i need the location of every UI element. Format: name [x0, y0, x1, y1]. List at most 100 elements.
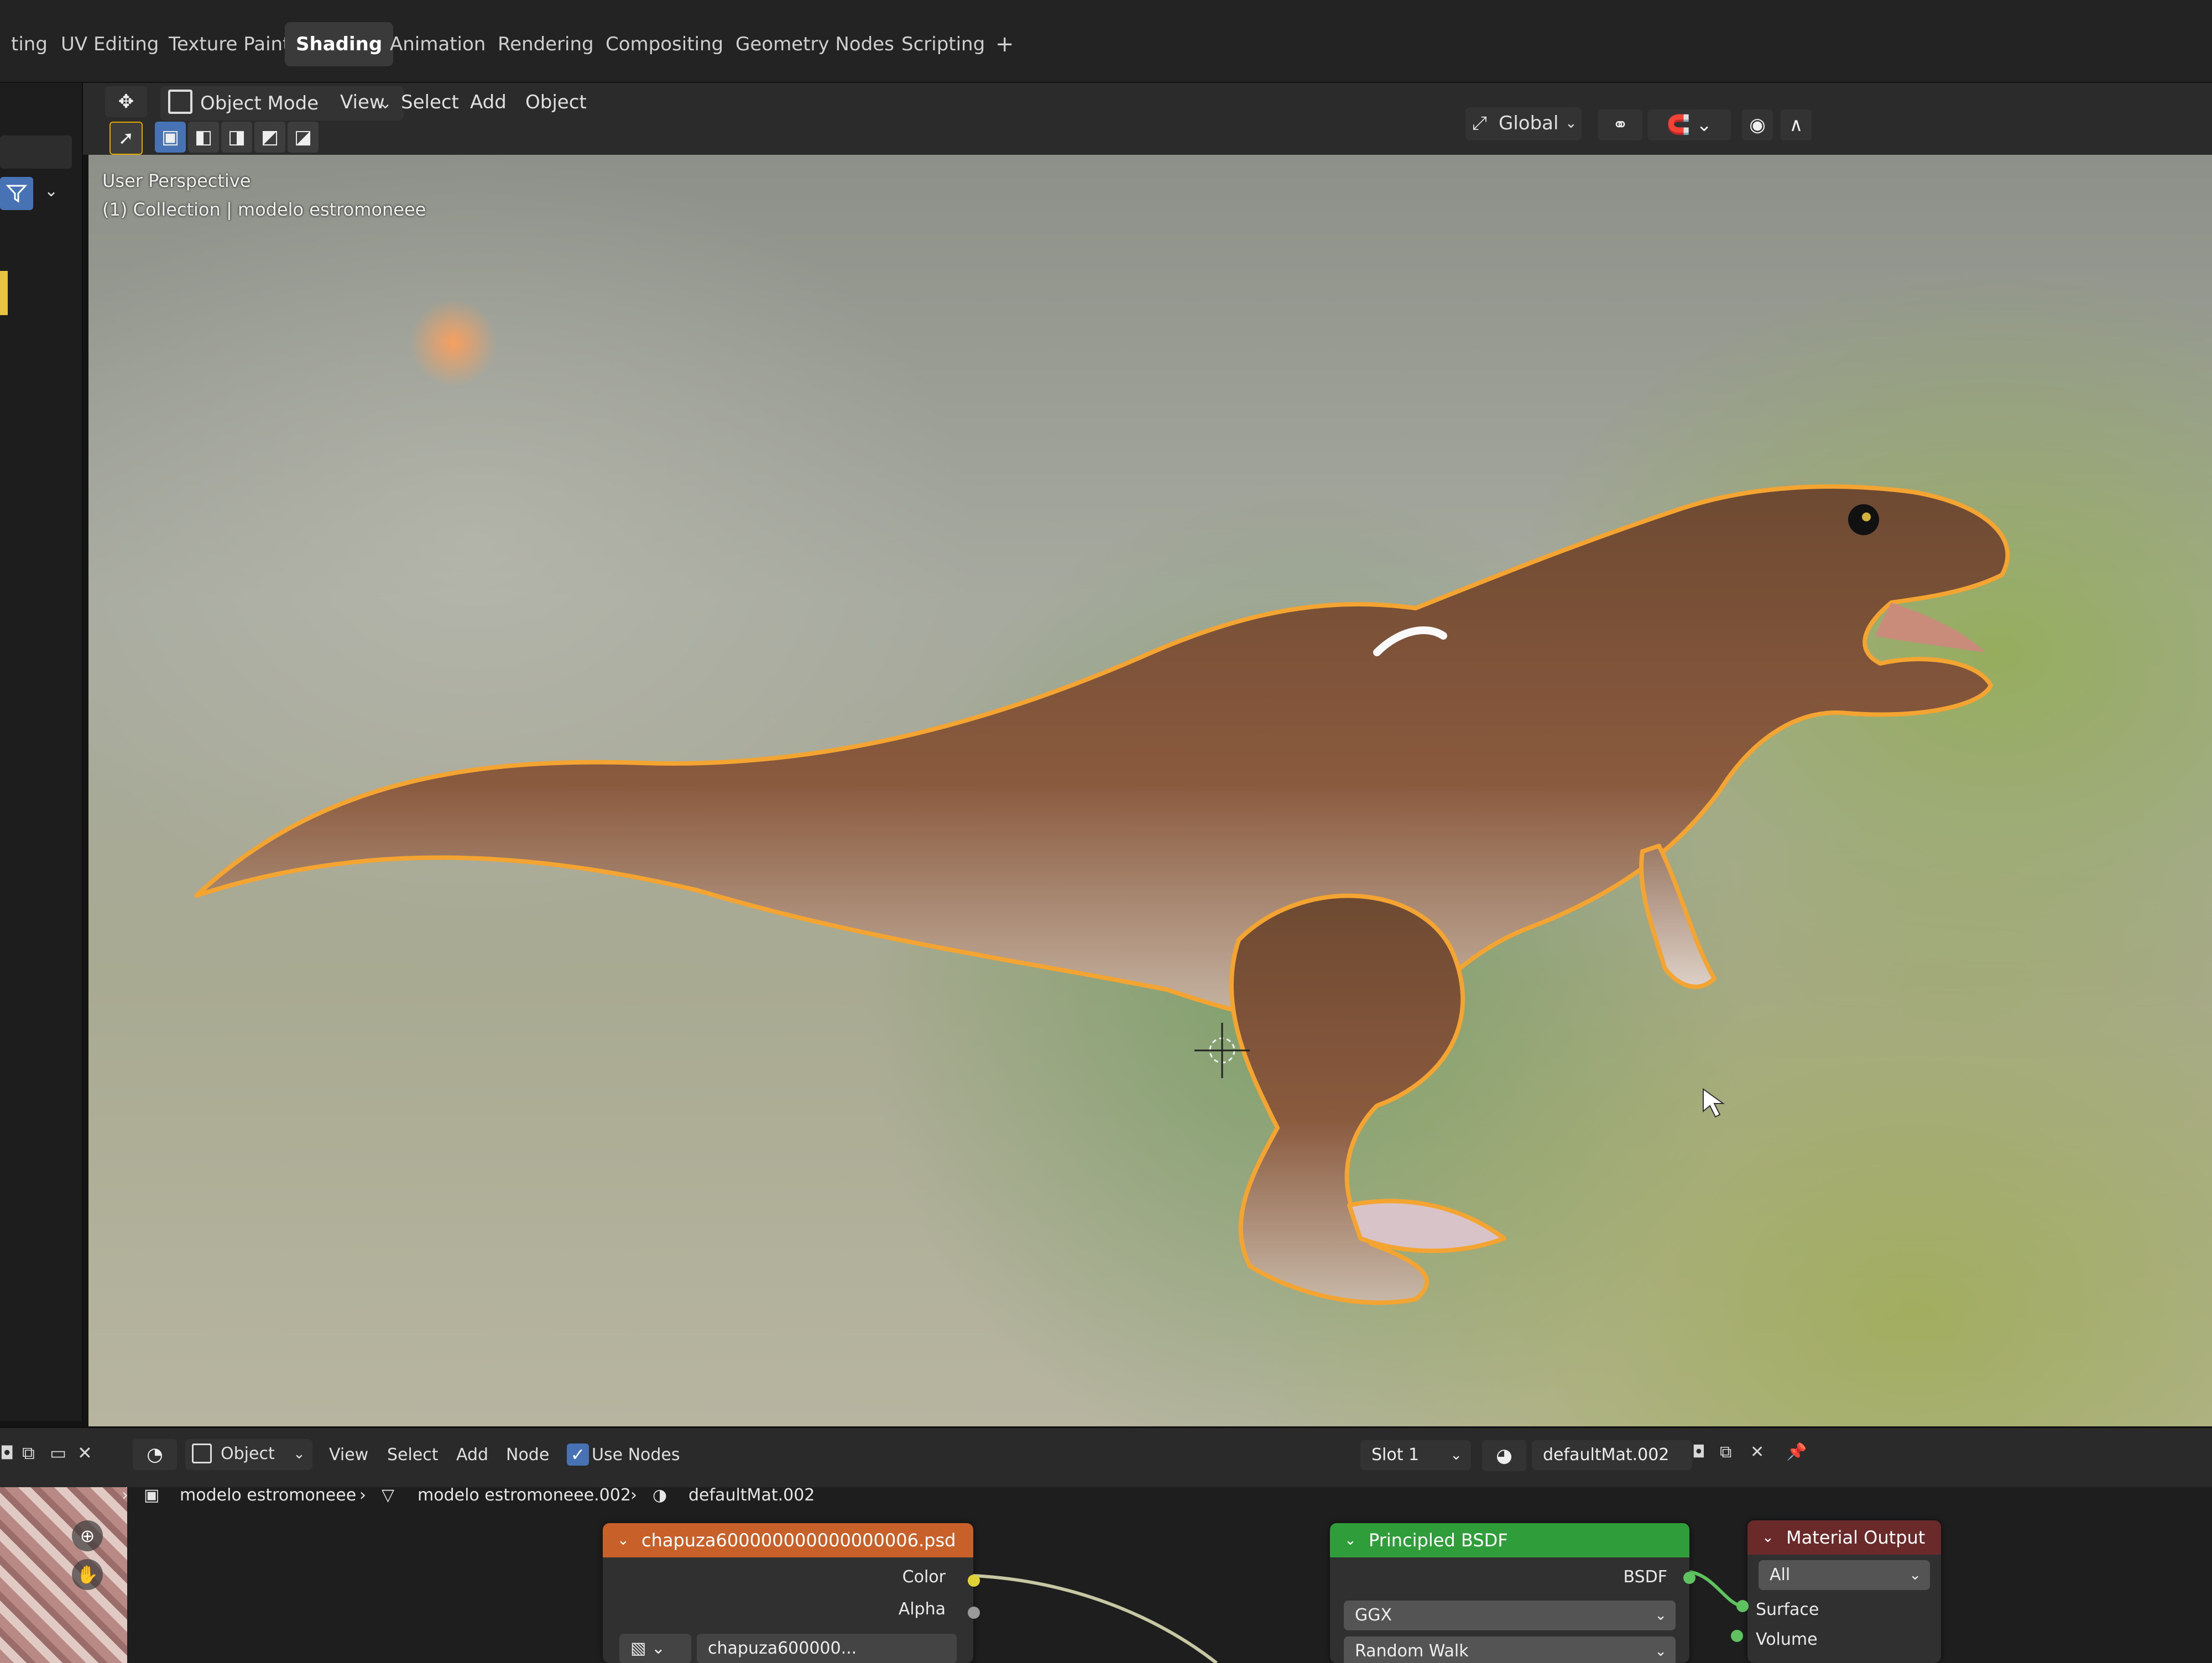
close-icon[interactable]: ✕ — [77, 1442, 92, 1463]
chevron-down-icon[interactable]: ⌄ — [44, 181, 58, 201]
tab-scripting[interactable]: Scripting — [890, 22, 996, 66]
node-menu-node[interactable]: Node — [506, 1436, 549, 1474]
material-name: defaultMat.002 — [1543, 1445, 1670, 1465]
principled-bsdf-title: Principled BSDF — [1369, 1530, 1508, 1551]
object-mode-label: Object Mode — [200, 92, 319, 114]
transform-orientation-dropdown[interactable]: ⤢ Global ⌄ — [1465, 107, 1582, 140]
volume-input-socket[interactable] — [1731, 1630, 1743, 1642]
output-target-value: All — [1770, 1565, 1791, 1584]
node-menu-view[interactable]: View — [329, 1436, 368, 1474]
duplicate-icon[interactable]: ⧉ — [1720, 1442, 1731, 1462]
trex-model[interactable] — [88, 155, 2212, 1426]
chevron-down-icon: ⌄ — [1565, 115, 1577, 132]
fake-user-shield-icon[interactable]: ◘ — [1692, 1442, 1705, 1462]
bsdf-output-socket[interactable] — [1683, 1572, 1695, 1584]
3d-viewport[interactable]: User Perspective (1) Collection | modelo… — [88, 155, 2212, 1426]
fake-user-shield-icon[interactable]: ◘ — [0, 1442, 14, 1463]
socket-label-volume: Volume — [1756, 1630, 1818, 1649]
search-field[interactable] — [0, 135, 72, 169]
node-menu-add[interactable]: Add — [456, 1436, 488, 1474]
use-nodes-checkbox[interactable]: ✓ — [567, 1444, 589, 1466]
select-invert-icon[interactable]: ◩ — [254, 122, 285, 153]
chevron-down-icon: ⌄ — [1655, 1607, 1667, 1624]
tab-rendering[interactable]: Rendering — [487, 22, 605, 66]
proportional-edit-icon[interactable]: ◉ — [1742, 109, 1773, 140]
material-output-node[interactable]: ⌄ Material Output All ⌄ Surface Volume — [1747, 1520, 1941, 1663]
collapse-chevron-icon[interactable]: ⌄ — [1762, 1520, 1774, 1555]
tab-uv-editing[interactable]: UV Editing — [50, 22, 170, 66]
image-texture-title: chapuza600000000000000006.psd — [641, 1530, 956, 1551]
surface-input-socket[interactable] — [1736, 1600, 1749, 1612]
editor-type-icon[interactable]: ✥ — [105, 86, 147, 117]
pin-icon[interactable]: 📌 — [1786, 1442, 1807, 1462]
image-name: chapuza600000... — [708, 1639, 857, 1658]
material-output-title: Material Output — [1786, 1527, 1926, 1548]
select-extend-icon[interactable]: ◧ — [188, 122, 219, 153]
workspace-tab-bar: ting UV Editing Texture Paint Shading An… — [0, 0, 2212, 83]
principled-bsdf-header[interactable]: ⌄ Principled BSDF — [1330, 1523, 1689, 1557]
viewport-header: ✥ Object Mode ⌄ View Select Add Object ➚… — [83, 83, 2212, 155]
select-tweak-icon[interactable]: ➚ — [109, 122, 143, 155]
filter-icon[interactable] — [0, 177, 33, 210]
subsurface-method-value: Random Walk — [1355, 1641, 1469, 1661]
principled-bsdf-node[interactable]: ⌄ Principled BSDF BSDF GGX ⌄ Random Walk… — [1330, 1523, 1689, 1663]
subsurface-method-dropdown[interactable]: Random Walk ⌄ — [1344, 1636, 1676, 1663]
socket-label-surface: Surface — [1756, 1600, 1819, 1619]
socket-label-alpha: Alpha — [898, 1599, 946, 1619]
falloff-curve-icon[interactable]: ∧ — [1781, 109, 1812, 140]
object-data-icon — [192, 1444, 212, 1463]
global-orientation-icon: ⤢ — [1472, 112, 1488, 134]
collapse-chevron-icon[interactable]: ⌄ — [617, 1523, 629, 1557]
material-sphere-icon[interactable]: ◕ — [1482, 1440, 1526, 1471]
image-browse-icon[interactable]: ▧ ⌄ — [619, 1634, 691, 1663]
select-subtract-icon[interactable]: ◨ — [221, 122, 252, 153]
slot-dropdown[interactable]: Slot 1 ⌄ — [1360, 1440, 1471, 1470]
tab-geometry-nodes[interactable]: Geometry Nodes — [724, 22, 905, 66]
tab-texture-paint[interactable]: Texture Paint — [158, 22, 301, 66]
socket-label-bsdf: BSDF — [1623, 1567, 1667, 1587]
image-texture-node-header[interactable]: ⌄ chapuza600000000000000006.psd — [603, 1523, 973, 1557]
chevron-down-icon: ⌄ — [1450, 1447, 1462, 1463]
image-browser-buttons: ◘ ⧉ ▭ ✕ — [0, 1442, 105, 1470]
menu-view[interactable]: View — [340, 83, 385, 122]
pivot-point-icon[interactable]: ⚭ — [1598, 109, 1642, 140]
tab-shading[interactable]: Shading — [285, 22, 394, 66]
output-target-dropdown[interactable]: All ⌄ — [1759, 1560, 1930, 1590]
close-icon[interactable]: ✕ — [1750, 1442, 1764, 1462]
tab-animation[interactable]: Animation — [379, 22, 497, 66]
node-menu-select[interactable]: Select — [387, 1436, 439, 1474]
chevron-down-icon: ⌄ — [293, 1446, 305, 1462]
image-texture-node[interactable]: ⌄ chapuza600000000000000006.psd Color Al… — [603, 1523, 973, 1663]
image-name-field[interactable]: chapuza600000... — [697, 1634, 957, 1663]
object-mode-icon — [168, 90, 192, 114]
duplicate-icon[interactable]: ⧉ — [22, 1442, 35, 1464]
menu-add[interactable]: Add — [470, 83, 507, 122]
distribution-value: GGX — [1355, 1606, 1392, 1625]
editor-mode-dropdown[interactable]: Object ⌄ — [185, 1439, 312, 1470]
socket-label-color: Color — [902, 1567, 946, 1587]
distribution-dropdown[interactable]: GGX ⌄ — [1344, 1601, 1676, 1630]
shader-type-icon[interactable]: ◔ — [133, 1439, 177, 1470]
material-name-field[interactable]: defaultMat.002 — [1532, 1440, 1692, 1470]
collapse-chevron-icon[interactable]: ⌄ — [1344, 1523, 1357, 1557]
selected-item-marker — [0, 271, 8, 315]
add-workspace-button[interactable]: + — [984, 22, 1025, 66]
alpha-output-socket[interactable] — [968, 1607, 980, 1619]
left-sidebar: ⌄ — [0, 83, 83, 1421]
select-box-icon[interactable]: ▣ — [155, 122, 186, 153]
mouse-cursor-icon — [1703, 1088, 1725, 1118]
material-output-header[interactable]: ⌄ Material Output — [1747, 1520, 1941, 1555]
editor-mode-label: Object — [221, 1444, 275, 1463]
select-intersect-icon[interactable]: ◪ — [288, 122, 319, 153]
folder-icon[interactable]: ▭ — [50, 1442, 66, 1463]
color-output-socket[interactable] — [968, 1575, 980, 1587]
chevron-down-icon: ⌄ — [1909, 1567, 1921, 1583]
menu-object[interactable]: Object — [525, 83, 587, 122]
orientation-label: Global — [1499, 112, 1559, 134]
snap-icon[interactable]: 🧲 ⌄ — [1648, 109, 1731, 140]
slot-label: Slot 1 — [1371, 1445, 1420, 1465]
menu-select[interactable]: Select — [401, 83, 459, 122]
chevron-down-icon: ⌄ — [1655, 1643, 1667, 1660]
use-nodes-label: Use Nodes — [592, 1445, 680, 1465]
tab-compositing[interactable]: Compositing — [594, 22, 734, 66]
